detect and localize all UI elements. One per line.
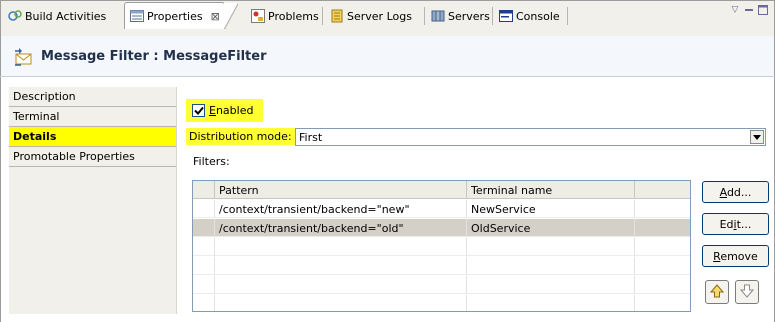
column-header-terminal-name[interactable]: Terminal name [467,181,635,199]
tab-build-activities[interactable]: Build Activities [3,5,110,27]
tab-console[interactable]: Console [494,5,564,27]
pattern-cell: /context/transient/backend="old" [215,219,467,237]
empty-cell [467,238,635,256]
tab-server-logs[interactable]: Server Logs [325,5,416,27]
build-activities-icon [7,9,22,24]
column-header-blank [635,181,690,199]
server-logs-icon [329,9,344,24]
tab-separator [567,7,568,25]
tab-problems[interactable]: Problems [246,5,323,27]
row-gutter [193,219,215,237]
tab-label: Problems [268,9,319,23]
tab-label: Properties [147,9,203,23]
filters-label: Filters: [193,155,230,168]
move-down-icon [739,284,755,301]
terminal-name-cell: OldService [467,219,635,237]
table-header: Pattern Terminal name [193,181,690,199]
distribution-mode-value: First [299,130,323,144]
empty-cell [215,276,467,294]
checkbox-checked-icon[interactable] [192,104,205,117]
properties-icon [129,9,144,24]
remove-button-label: Remove [713,249,758,263]
filters-table[interactable]: Pattern Terminal name /context/transient… [192,180,691,312]
row-gutter [193,238,215,256]
row-spacer [635,219,690,237]
empty-cell [635,238,690,256]
tab-separator [492,7,493,25]
servers-icon [430,9,445,24]
edit-button[interactable]: Edit... [702,213,769,235]
distribution-mode-select[interactable]: First [295,128,766,146]
enabled-checkbox[interactable]: Enabled [186,99,263,122]
dropdown-arrow-icon[interactable] [750,130,764,144]
empty-table-row [193,257,690,275]
properties-header: Message Filter : MessageFilter [0,36,775,76]
empty-cell [635,257,690,275]
view-toolbar: ▽ [730,5,768,15]
row-gutter [193,257,215,275]
tab-properties[interactable]: Properties ⊠ [124,2,238,29]
column-header-pattern[interactable]: Pattern [215,181,467,199]
empty-cell [635,276,690,294]
empty-cell [215,295,467,311]
terminal-name-cell: NewService [467,200,635,218]
table-row[interactable]: /context/transient/backend="old" OldServ… [193,219,690,237]
message-filter-icon [13,45,35,67]
sidebar-item-terminal[interactable]: Terminal [9,107,176,127]
tab-label: Build Activities [25,9,107,23]
empty-cell [467,257,635,275]
sidebar-item-details[interactable]: Details [9,127,176,147]
view-tab-bar: Build Activities Properties ⊠ Problems S… [0,0,775,37]
empty-cell [215,257,467,275]
tab-separator [424,7,425,25]
sidebar-item-label: Terminal [13,110,60,123]
maximize-icon[interactable] [758,5,768,15]
edit-button-label: Edit... [719,217,752,231]
empty-table-row [193,295,690,311]
move-down-button[interactable] [735,280,759,304]
row-gutter [193,295,215,311]
empty-table-row [193,238,690,256]
empty-table-row [193,276,690,294]
minimize-icon[interactable] [744,5,754,15]
empty-cell [467,295,635,311]
table-row[interactable]: /context/transient/backend="new" NewServ… [193,200,690,218]
tab-label: Server Logs [347,9,412,23]
empty-cell [215,238,467,256]
add-button-label: Add... [719,185,752,199]
enabled-label: Enabled [209,104,254,117]
distribution-mode-label: Distribution mode: [186,128,295,145]
sidebar-item-promotable-properties[interactable]: Promotable Properties [9,147,176,167]
pattern-cell: /context/transient/backend="new" [215,200,467,218]
property-sections-sidebar: Description Terminal Details Promotable … [9,87,176,314]
sidebar-item-label: Promotable Properties [13,150,135,163]
move-up-button[interactable] [705,280,729,304]
tab-separator [322,7,323,25]
close-tab-icon[interactable]: ⊠ [211,10,220,23]
view-menu-icon[interactable]: ▽ [730,5,740,15]
row-gutter [193,200,215,218]
properties-content: Description Terminal Details Promotable … [0,77,775,322]
tab-label: Console [516,9,560,23]
remove-button[interactable]: Remove [702,245,769,267]
tab-servers[interactable]: Servers [426,5,494,27]
sidebar-item-label: Details [13,130,57,143]
console-icon [498,9,513,24]
column-header-blank [193,181,215,199]
sidebar-item-description[interactable]: Description [9,87,176,107]
row-gutter [193,276,215,294]
row-spacer [635,200,690,218]
move-up-icon [709,283,725,301]
problems-icon [250,9,265,24]
add-button[interactable]: Add... [702,181,769,203]
empty-cell [635,295,690,311]
sidebar-divider [176,87,177,314]
empty-cell [467,276,635,294]
sidebar-item-label: Description [13,90,76,103]
tab-label: Servers [448,9,490,23]
page-title: Message Filter : MessageFilter [41,48,267,64]
